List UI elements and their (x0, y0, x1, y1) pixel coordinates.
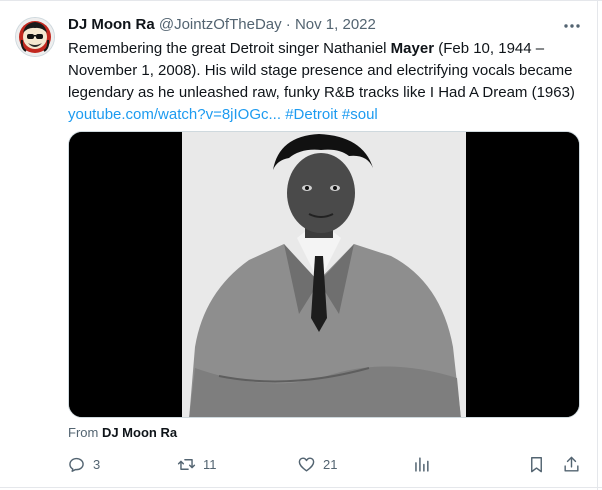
top-border (0, 0, 602, 1)
share-button[interactable] (562, 451, 581, 477)
reply-count: 3 (93, 456, 101, 472)
display-name[interactable]: DJ Moon Ra (68, 16, 155, 33)
tweet-text: Remembering the great Detroit singer Nat… (68, 38, 588, 126)
bookmark-icon (531, 456, 542, 472)
like-icon (298, 456, 315, 472)
bottom-border (0, 487, 602, 488)
youtube-link[interactable]: youtube.com/watch?v=8jIOGc... (68, 106, 281, 123)
tweet-date[interactable]: Nov 1, 2022 (295, 16, 376, 33)
handle[interactable]: @JointzOfTheDay (159, 16, 282, 33)
avatar[interactable] (15, 17, 55, 57)
hashtag-soul[interactable]: #soul (342, 106, 378, 123)
action-bar: 3 11 21 (60, 451, 590, 477)
reply-icon (69, 457, 84, 472)
right-border (597, 0, 598, 490)
hashtag-detroit[interactable]: #Detroit (285, 106, 338, 123)
views-icon (415, 456, 429, 472)
text-bold: Mayer (390, 40, 435, 57)
more-options-button[interactable] (560, 16, 584, 36)
separator: · (281, 16, 295, 33)
bookmark-button[interactable] (527, 451, 546, 477)
share-icon (564, 456, 579, 472)
text-before: Remembering the great Detroit singer Nat… (68, 40, 391, 57)
tweet-header: DJ Moon Ra @JointzOfTheDay · Nov 1, 2022 (68, 15, 376, 35)
more-icon (564, 24, 580, 28)
like-count: 21 (323, 456, 338, 472)
like-button[interactable]: 21 (297, 451, 337, 477)
tweet-media[interactable] (68, 131, 580, 418)
retweet-button[interactable]: 11 (177, 451, 217, 477)
from-name[interactable]: DJ Moon Ra (102, 425, 177, 440)
avatar-image (16, 18, 54, 56)
retweet-count: 11 (203, 456, 217, 472)
media-photo (69, 132, 579, 417)
reply-button[interactable]: 3 (67, 451, 100, 477)
from-prefix: From (68, 425, 102, 440)
retweet-icon (177, 458, 196, 470)
media-source: From DJ Moon Ra (68, 425, 177, 441)
views-button[interactable] (412, 451, 431, 477)
